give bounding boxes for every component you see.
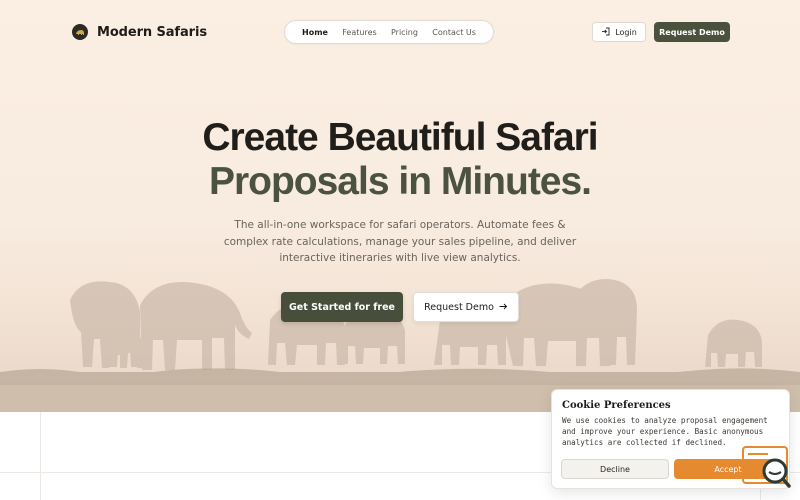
hero-subtitle: The all-in-one workspace for safari oper…	[223, 219, 577, 264]
login-label: Login	[615, 27, 637, 37]
login-arrow-icon	[601, 27, 610, 38]
brand[interactable]: Modern Safaris	[72, 24, 207, 40]
request-demo-button[interactable]: Request Demo	[413, 292, 519, 322]
nav-link-pricing[interactable]: Pricing	[391, 28, 418, 37]
headline-line-1: Create Beautiful Safari	[202, 116, 598, 159]
hero-headline: Create Beautiful Safari Proposals in Min…	[0, 116, 800, 204]
grid-line	[40, 412, 41, 500]
request-demo-label: Request Demo	[424, 301, 494, 313]
main-nav: Home Features Pricing Contact Us	[284, 20, 494, 44]
chat-widget-icon[interactable]	[741, 444, 791, 490]
arrow-right-icon	[499, 302, 508, 313]
headline-line-2: Proposals in Minutes.	[208, 160, 592, 203]
nav-link-features[interactable]: Features	[342, 28, 376, 37]
elephant-logo-icon	[72, 24, 88, 40]
nav-link-home[interactable]: Home	[302, 28, 328, 37]
get-started-button[interactable]: Get Started for free	[281, 292, 403, 322]
cookie-title: Cookie Preferences	[562, 400, 671, 411]
brand-name: Modern Safaris	[97, 24, 207, 40]
login-button[interactable]: Login	[592, 22, 646, 42]
request-demo-button-header[interactable]: Request Demo	[654, 22, 730, 42]
hero-section	[0, 0, 800, 412]
elephant-herd-image	[0, 250, 800, 412]
nav-link-contact-us[interactable]: Contact Us	[432, 28, 476, 37]
cookie-decline-button[interactable]: Decline	[561, 459, 669, 479]
